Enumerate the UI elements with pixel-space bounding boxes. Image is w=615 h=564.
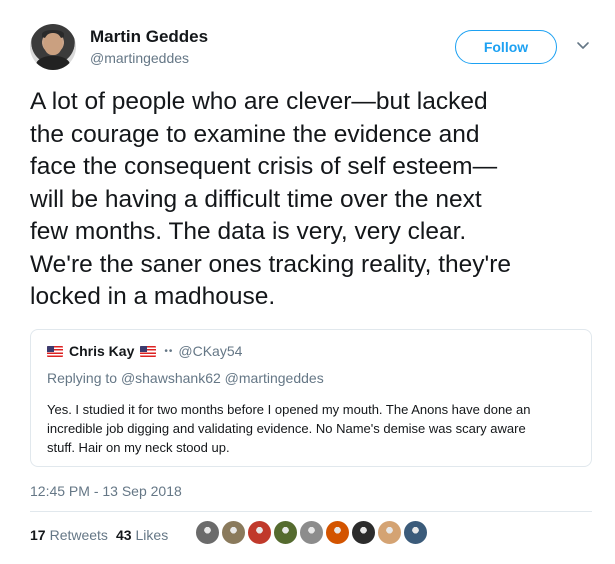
quoted-line: incredible job digging and validating ev… bbox=[47, 421, 526, 436]
tweet-line: We're the saner ones tracking reality, t… bbox=[30, 250, 511, 278]
quoted-tweet-text: Yes. I studied it for two months before … bbox=[47, 400, 577, 457]
engagement-stats: 17 Retweets 43 Likes bbox=[30, 527, 168, 543]
quoted-line: Yes. I studied it for two months before … bbox=[47, 402, 531, 417]
tweet-line: locked in a madhouse. bbox=[30, 283, 276, 310]
liker-avatar[interactable] bbox=[247, 520, 272, 545]
quoted-tweet[interactable]: Chris Kay •• @CKay54 Replying to @shawsh… bbox=[30, 329, 592, 467]
divider bbox=[30, 511, 592, 512]
tweet-text: A lot of people who are clever—but lacke… bbox=[30, 86, 590, 314]
quoted-author-handle: @CKay54 bbox=[178, 343, 243, 359]
liker-avatar[interactable] bbox=[273, 520, 298, 545]
replying-to: Replying to @shawshank62 @martingeddes bbox=[47, 370, 324, 386]
tweet-line: face the consequent crisis of self estee… bbox=[30, 153, 498, 180]
dots-icon: •• bbox=[164, 345, 174, 357]
retweets-stat[interactable]: 17 Retweets bbox=[30, 527, 108, 543]
quoted-tweet-header: Chris Kay •• @CKay54 bbox=[47, 343, 242, 359]
replying-to-label: Replying to bbox=[47, 370, 118, 386]
liker-avatar[interactable] bbox=[299, 520, 324, 545]
tweet-timestamp[interactable]: 12:45 PM - 13 Sep 2018 bbox=[30, 483, 182, 499]
liker-avatar[interactable] bbox=[195, 520, 220, 545]
tweet-line: the courage to examine the evidence and bbox=[30, 120, 480, 148]
liker-avatar[interactable] bbox=[377, 520, 402, 545]
reply-mentions: @shawshank62 @martingeddes bbox=[120, 370, 324, 386]
quoted-line: stuff. Hair on my neck stood up. bbox=[47, 440, 230, 455]
us-flag-icon bbox=[140, 345, 157, 357]
follow-button[interactable]: Follow bbox=[455, 30, 557, 64]
tweet-line: A lot of people who are clever—but lacke… bbox=[30, 88, 488, 115]
liker-avatar[interactable] bbox=[221, 520, 246, 545]
us-flag-icon bbox=[47, 345, 63, 357]
likes-stat[interactable]: 43 Likes bbox=[116, 527, 168, 543]
author-handle[interactable]: @martingeddes bbox=[90, 50, 189, 66]
retweets-label: Retweets bbox=[49, 527, 108, 543]
likes-count: 43 bbox=[115, 527, 132, 543]
author-avatar[interactable] bbox=[30, 24, 76, 70]
retweets-count: 17 bbox=[30, 527, 46, 543]
liker-avatar[interactable] bbox=[351, 520, 376, 545]
liker-avatar[interactable] bbox=[403, 520, 428, 545]
liker-avatar[interactable] bbox=[325, 520, 350, 545]
tweet-line: few months. The data is very, very clear… bbox=[30, 218, 467, 245]
likes-label: Likes bbox=[135, 527, 169, 543]
avatar-body bbox=[36, 56, 70, 70]
liker-avatars bbox=[195, 520, 428, 545]
chevron-down-icon[interactable] bbox=[576, 38, 590, 52]
tweet-line: will be having a difficult time over the… bbox=[30, 185, 482, 213]
quoted-author-name: Chris Kay bbox=[69, 343, 135, 359]
author-name[interactable]: Martin Geddes bbox=[90, 27, 208, 47]
avatar-face bbox=[44, 33, 62, 55]
